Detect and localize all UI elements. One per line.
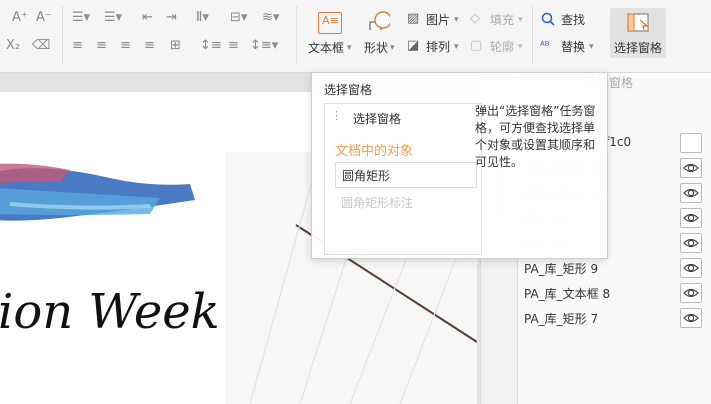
drag-handle-icon: ⋮ xyxy=(331,109,342,122)
eye-icon[interactable] xyxy=(680,258,702,278)
preview-subtitle: 文档中的对象 xyxy=(335,144,414,159)
ribbon-toolbar: A⁺ A⁻ X₂ ⌫ ☰▾ ☰▾ ⇤ ⇥ Ⅱ▾ ⊟▾ ≋▾ ≡ ≡ ≡ ≡ ⊞ … xyxy=(0,0,711,73)
preview-item: 圆角矩形 xyxy=(335,162,477,188)
eye-icon[interactable] xyxy=(680,158,702,178)
textbox-button[interactable]: 文本框 xyxy=(308,40,344,56)
font-size-decrease-icon[interactable]: A⁻ xyxy=(36,10,52,26)
search-icon[interactable] xyxy=(541,12,555,26)
eye-icon[interactable] xyxy=(680,283,702,303)
picture-icon[interactable]: ▨ xyxy=(407,11,419,27)
clear-format-icon[interactable]: ⌫ xyxy=(32,38,50,54)
numbered-list-icon[interactable]: ☰▾ xyxy=(104,10,122,26)
arrange-button[interactable]: 排列 xyxy=(426,39,450,55)
preview-title: 选择窗格 xyxy=(353,112,402,126)
preview-item-label: 圆角矩形 xyxy=(342,169,391,183)
arrange-icon[interactable]: ◪ xyxy=(407,38,419,54)
selection-pane-icon[interactable] xyxy=(627,12,651,34)
visibility-toggle-icon[interactable] xyxy=(680,133,702,153)
find-button[interactable]: 查找 xyxy=(561,12,585,28)
text-direction-icon[interactable]: Ⅱ▾ xyxy=(196,10,209,26)
object-name[interactable]: PA_库_矩形 7 xyxy=(524,310,598,327)
eye-icon[interactable] xyxy=(680,183,702,203)
decrease-indent-icon[interactable]: ⇤ xyxy=(142,10,153,26)
outline-icon[interactable]: ▢ xyxy=(470,38,482,54)
separator xyxy=(296,6,297,64)
pane-object-row[interactable]: PA_库_文本框 8 xyxy=(518,281,711,306)
replace-button[interactable]: 替换 xyxy=(561,39,585,55)
pane-object-row[interactable]: PA_库_矩形 9 xyxy=(518,256,711,281)
separator xyxy=(532,6,533,64)
shape-icon[interactable] xyxy=(368,10,390,30)
tooltip-preview: ⋮ 选择窗格 文档中的对象 圆角矩形 圆角矩形标注 xyxy=(324,103,482,255)
picture-button[interactable]: 图片 xyxy=(426,12,450,28)
textbox-icon[interactable]: A≡ xyxy=(318,12,342,34)
paragraph-spacing-icon[interactable]: ≡ xyxy=(228,38,239,54)
outline-button[interactable]: 轮廓 xyxy=(490,39,514,55)
bullet-list-icon[interactable]: ☰▾ xyxy=(72,10,90,26)
column-icon[interactable]: ↕≡▾ xyxy=(250,38,278,54)
fill-button[interactable]: 填充 xyxy=(490,12,514,28)
distribute-icon[interactable]: ⊞ xyxy=(170,38,181,54)
preview-item-label: 圆角矩形标注 xyxy=(341,196,414,210)
align-left-icon[interactable]: ≡ xyxy=(72,38,83,54)
align-center-icon[interactable]: ≡ xyxy=(96,38,107,54)
shape-button[interactable]: 形状 xyxy=(364,40,388,56)
font-size-increase-icon[interactable]: A⁺ xyxy=(12,10,28,26)
fill-icon[interactable]: ◇ xyxy=(470,11,480,27)
align-right-icon[interactable]: ≡ xyxy=(120,38,131,54)
replace-icon[interactable]: ᴬᴮ xyxy=(540,38,550,54)
chevron-down-icon[interactable]: ▾ xyxy=(589,39,594,55)
pane-object-row[interactable]: PA_库_矩形 7 xyxy=(518,306,711,331)
separator xyxy=(62,6,63,64)
smart-art-icon[interactable]: ≋▾ xyxy=(262,10,279,26)
justify-icon[interactable]: ≡ xyxy=(144,38,155,54)
object-name[interactable]: f1c0 xyxy=(605,135,631,149)
chevron-down-icon[interactable]: ▾ xyxy=(518,12,523,28)
increase-indent-icon[interactable]: ⇥ xyxy=(166,10,177,26)
align-text-icon[interactable]: ⊟▾ xyxy=(230,10,247,26)
chevron-down-icon[interactable]: ▾ xyxy=(454,12,459,28)
eye-icon[interactable] xyxy=(680,233,702,253)
eye-icon[interactable] xyxy=(680,208,702,228)
preview-item: 圆角矩形标注 xyxy=(335,190,475,214)
tooltip-description: 弹出“选择窗格”任务窗格，可方便查找选择单个对象或设置其顺序和可见性。 xyxy=(475,104,596,169)
chevron-down-icon[interactable]: ▾ xyxy=(347,40,352,56)
chevron-down-icon[interactable]: ▾ xyxy=(518,39,523,55)
eye-icon[interactable] xyxy=(680,308,702,328)
selection-pane-tooltip: 选择窗格 ⋮ 选择窗格 文档中的对象 圆角矩形 圆角矩形标注 弹出“选择窗格”任… xyxy=(311,72,608,259)
selection-pane-label: 选择窗格 xyxy=(614,41,663,55)
subscript-icon[interactable]: X₂ xyxy=(6,38,20,54)
tooltip-title: 选择窗格 xyxy=(324,83,373,97)
slide-heading[interactable]: ion Week xyxy=(0,284,220,340)
line-spacing-icon[interactable]: ↕≡ xyxy=(200,38,222,54)
chevron-down-icon[interactable]: ▾ xyxy=(454,39,459,55)
object-name[interactable]: PA_库_矩形 9 xyxy=(524,260,598,277)
object-name[interactable]: PA_库_文本框 8 xyxy=(524,285,610,302)
chevron-down-icon[interactable]: ▾ xyxy=(390,40,395,56)
